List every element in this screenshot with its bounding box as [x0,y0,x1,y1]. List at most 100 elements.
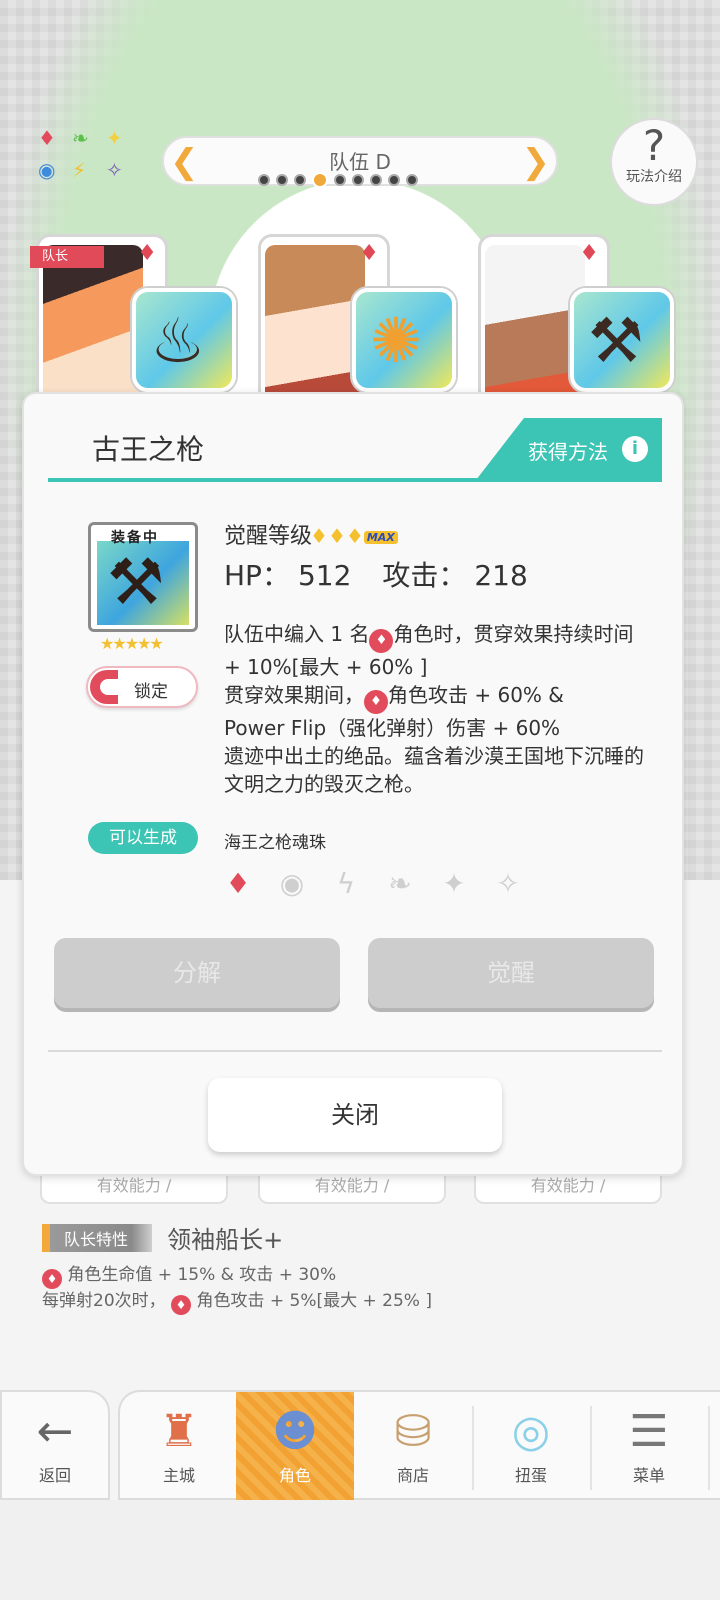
dark-element-icon: ✧ [106,158,123,182]
acquire-method-label[interactable]: 获得方法 [528,436,608,465]
desc-line-1: 队伍中编入 1 名 [224,622,370,646]
lock-toggle-knob [90,670,118,704]
back-arrow-icon: ← [36,1406,74,1457]
team-name: 队伍 D [329,150,391,174]
leader-trait-section: 队长特性 领袖船长+ ♦ 角色生命值 + 15% & 攻击 + 30% 每弹射2… [42,1220,682,1315]
lock-label: 锁定 [134,682,168,702]
team-page-dot[interactable] [388,174,400,186]
leader-trait-description: ♦ 角色生命值 + 15% & 攻击 + 30% 每弹射20次时， ♦ 角色攻击… [42,1263,682,1315]
party-weapon-slot-3[interactable]: ⚒ [570,288,674,392]
element-selector: ♦ ◉ ϟ ❧ ✦ ✧ [222,868,524,900]
nav-label: 主城 [162,1466,195,1485]
nav-item-shop[interactable]: ⛁ 商店 [354,1392,472,1500]
team-page-dot[interactable] [276,174,288,186]
party-weapon-slot-1[interactable]: ♨ [132,288,236,392]
fire-suit-icon: ♦ [579,241,599,266]
weapon-detail-dialog: 古王之枪 获得方法 i ⚒ 装备中 ★★★★★ 锁定 觉醒等级♦♦♦ MAX HP… [22,392,684,1176]
dark-element-icon[interactable]: ✧ [492,868,524,900]
nav-label: 扭蛋 [514,1466,547,1485]
nav-item-gacha[interactable]: ◎ 扭蛋 [472,1392,590,1500]
sun-staff-weapon-icon: ✺ [370,304,422,377]
team-next-arrow-icon[interactable]: ❯ [522,142,551,182]
system-bottom-strip [0,1500,720,1600]
rarity-stars: ★★★★★ [100,634,164,653]
light-element-icon: ✦ [106,126,123,150]
ancient-king-spear-icon: ⚒ [107,546,165,620]
awaken-level: 觉醒等级♦♦♦ MAX [224,518,398,550]
thunder-element-icon[interactable]: ϟ [330,868,362,900]
back-button[interactable]: ← 返回 [0,1390,110,1500]
hp-label: HP： [224,559,290,592]
close-button[interactable]: 关闭 [208,1078,502,1152]
awaken-label: 觉醒等级 [224,524,313,549]
desc-line-2: 贯穿效果期间， [224,683,364,707]
team-page-dot[interactable] [370,174,382,186]
nav-label: 商店 [396,1466,429,1485]
weapon-description: 队伍中编入 1 名 ♦ 角色时，贯穿效果持续时间 + 10%[最大 + 60% ] … [224,620,644,798]
awaken-button[interactable]: 觉醒 [368,938,654,1008]
leader-trait-name: 领袖船长+ [167,1226,284,1254]
modal-divider [48,1050,662,1052]
info-icon[interactable]: i [622,436,648,462]
awaken-gems-icon: ♦♦♦ [310,524,364,548]
leader-trait-desc-b-post: 角色攻击 + 5%[最大 + 25% ] [196,1291,432,1311]
wind-element-icon[interactable]: ❧ [384,868,416,900]
fire-suit-icon: ♦ [364,690,388,714]
fire-suit-icon: ♦ [359,241,379,266]
desc-line-3: Power Flip（强化弹射）伤害 + 60% [224,716,561,740]
fire-suit-icon: ♦ [369,629,394,653]
weapon-stats: HP： 512 攻击： 218 [224,554,536,594]
water-element-icon[interactable]: ◉ [276,868,308,900]
back-label: 返回 [38,1466,71,1485]
title-underline [48,478,662,482]
nav-label: 菜单 [632,1466,665,1485]
element-filter-cluster[interactable]: ♦ ❧ ✦ ◉ ⚡ ✧ [34,126,130,188]
desc-line-2b: 角色攻击 + 60% & [388,683,564,707]
shop-bag-icon: ⛁ [394,1406,432,1457]
help-label: 玩法介绍 [626,169,682,185]
leader-trait-desc-a: 角色生命值 + 15% & 攻击 + 30% [67,1265,337,1285]
water-element-icon: ◉ [38,158,56,182]
fire-suit-icon: ♦ [171,1295,192,1315]
hp-value: 512 [297,559,352,592]
lock-toggle[interactable]: 锁定 [86,666,198,708]
character-icon: ☻ [272,1406,318,1457]
weapon-title: 古王之枪 [92,433,205,466]
team-page-dot[interactable] [334,174,346,186]
nav-item-menu[interactable]: ☰ 菜单 [590,1392,708,1500]
max-badge: MAX [363,531,398,544]
team-page-dot[interactable] [406,174,418,186]
light-element-icon[interactable]: ✦ [438,868,470,900]
weapon-art: ⚒ [97,541,189,625]
captain-tag: 队长 [30,246,104,268]
team-page-dot[interactable] [294,174,306,186]
castle-icon: ♜ [159,1406,199,1457]
fire-element-icon[interactable]: ♦ [222,868,254,900]
menu-list-icon: ☰ [629,1406,669,1457]
team-page-dots [258,172,418,188]
back-nav-item[interactable]: ← 返回 [2,1392,108,1500]
character-portrait [265,245,365,401]
team-page-dot[interactable] [258,174,270,186]
leader-trait-desc-b-pre: 每弹射20次时， [42,1291,166,1311]
nav-label: 角色 [278,1466,311,1485]
help-button[interactable]: ? 玩法介绍 [610,118,698,206]
craft-material-name: 海王之枪魂珠 [224,833,326,853]
desc-line-4: 遗迹中出土的绝品。蕴含着沙漠王国地下沉睡的文明之力的毁灭之枪。 [224,744,644,796]
attack-value: 218 [474,559,528,592]
question-mark-icon: ? [642,121,666,170]
pouch-weapon-icon: ♨ [150,304,206,377]
fire-element-icon: ♦ [38,126,56,150]
fire-suit-icon: ♦ [42,1269,62,1289]
character-portrait [43,245,143,401]
bottom-navigation: ← 返回 ♜ 主城 ☻ 角色 ⛁ 商店 ◎ 扭蛋 ☰ 菜单 [0,1388,720,1500]
team-page-dot[interactable] [352,174,364,186]
gacha-orb-icon: ◎ [511,1406,551,1457]
team-page-dot-active[interactable] [312,172,328,188]
equipped-label: 装备中 [111,530,159,546]
nav-separator [708,1406,710,1490]
nav-item-characters[interactable]: ☻ 角色 [236,1392,354,1500]
party-weapon-slot-2[interactable]: ✺ [352,288,456,392]
nav-item-home[interactable]: ♜ 主城 [120,1392,238,1500]
decompose-button[interactable]: 分解 [54,938,340,1008]
